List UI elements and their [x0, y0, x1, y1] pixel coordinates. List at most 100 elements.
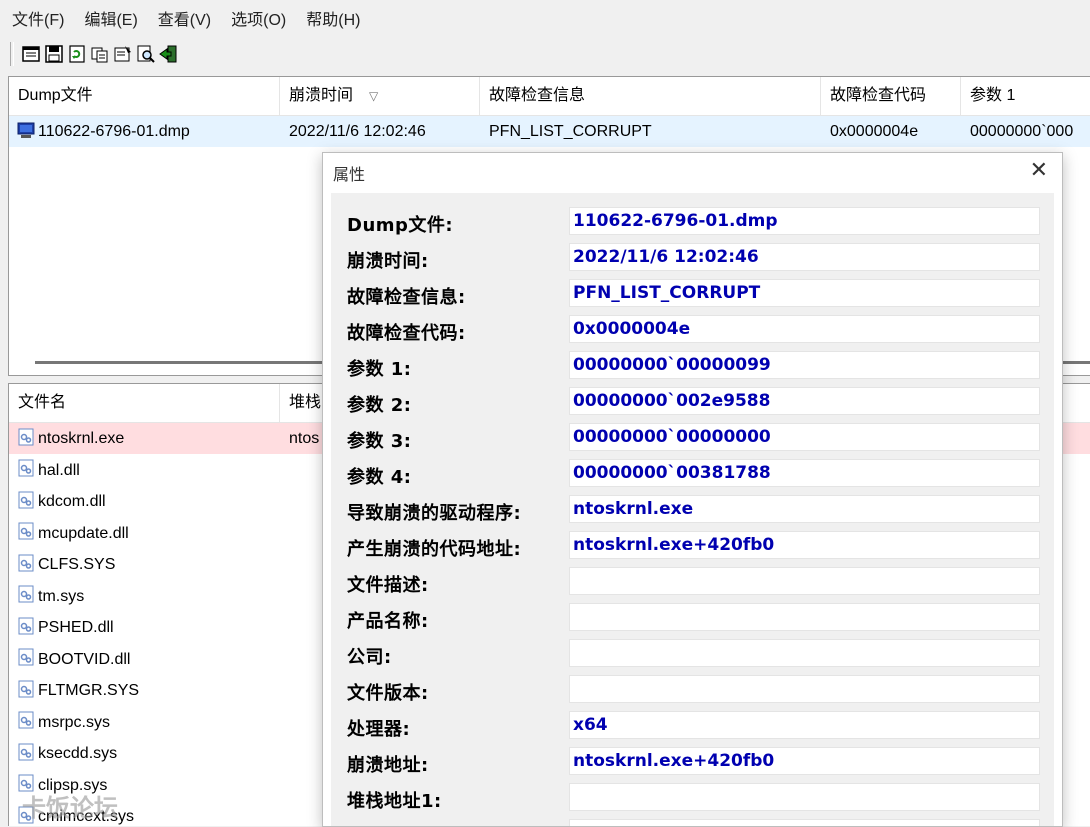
col-label: Dump文件	[18, 87, 93, 104]
menu-options[interactable]: 选项(O)	[223, 6, 294, 30]
properties-button[interactable]	[112, 43, 134, 65]
cell-text: 110622-6796-01.dmp	[38, 123, 190, 140]
dump-file-icon	[17, 122, 35, 138]
filename-text: ntoskrnl.exe	[38, 430, 125, 447]
property-value-field[interactable]: ntoskrnl.exe+420fb0	[569, 531, 1040, 559]
col-crash-time[interactable]: 崩溃时间 ▽	[280, 77, 480, 115]
property-row: 堆栈地址1:	[331, 781, 1054, 817]
sort-arrow-icon: ▽	[369, 89, 379, 103]
filename-cell: tm.sys	[9, 581, 280, 612]
driver-file-icon	[18, 680, 34, 698]
driver-file-icon	[18, 491, 34, 509]
property-value-field[interactable]	[569, 639, 1040, 667]
refresh-button[interactable]	[66, 43, 88, 65]
driver-file-icon	[18, 648, 34, 666]
filename-cell: ntoskrnl.exe	[9, 423, 280, 454]
copy-button[interactable]	[89, 43, 111, 65]
filename-text: tm.sys	[38, 587, 85, 605]
driver-file-icon	[18, 522, 34, 540]
crash-time-cell: 2022/11/6 12:02:46	[289, 123, 426, 140]
property-label: 堆栈地址1:	[347, 791, 442, 812]
menu-edit[interactable]: 编辑(E)	[76, 6, 145, 30]
filename-text: CLFS.SYS	[38, 556, 116, 573]
driver-file-icon	[18, 459, 34, 477]
property-row: 处理器: x64	[331, 709, 1054, 745]
watermark: 卡饭论坛	[22, 794, 118, 822]
property-row: 故障检查代码: 0x0000004e	[331, 313, 1054, 349]
property-value-field[interactable]: ntoskrnl.exe+420fb0	[569, 747, 1040, 775]
filename-text: kdcom.dll	[38, 493, 106, 510]
property-row: 参数 2: 00000000`002e9588	[331, 385, 1054, 421]
property-label: 故障检查代码:	[347, 323, 466, 344]
driver-file-icon	[18, 428, 34, 446]
col-label: 堆栈	[289, 394, 322, 411]
filename-text: ksecdd.sys	[38, 745, 118, 762]
html-report-icon	[22, 46, 40, 62]
menu-file[interactable]: 文件(F)	[4, 6, 72, 30]
property-value-field[interactable]: 00000000`00000000	[569, 423, 1040, 451]
property-row: 参数 1: 00000000`00000099	[331, 349, 1054, 385]
property-value-field[interactable]	[569, 783, 1040, 811]
exit-button[interactable]	[158, 43, 180, 65]
filename-text: msrpc.sys	[38, 713, 110, 731]
property-value-field[interactable]: 2022/11/6 12:02:46	[569, 243, 1040, 271]
filename-cell: ksecdd.sys	[9, 738, 280, 769]
toolbar	[0, 36, 1090, 72]
dump-list-header: Dump文件 崩溃时间 ▽ 故障检查信息 故障检查代码 参数 1	[9, 77, 1090, 116]
property-row: 公司:	[331, 637, 1054, 673]
filename-cell: kdcom.dll	[9, 486, 280, 517]
property-value-field[interactable]: 00000000`002e9588	[569, 387, 1040, 415]
menu-help[interactable]: 帮助(H)	[298, 6, 368, 30]
property-row: 故障检查信息: PFN_LIST_CORRUPT	[331, 277, 1054, 313]
property-value-field[interactable]	[569, 675, 1040, 703]
property-label: 导致崩溃的驱动程序:	[347, 503, 522, 524]
property-row: 文件版本:	[331, 673, 1054, 709]
properties-body: Dump文件: 110622-6796-01.dmp 崩溃时间: 2022/11/6 …	[331, 193, 1054, 826]
refresh-icon	[69, 45, 85, 63]
property-label: 参数 1:	[347, 359, 412, 380]
filename-text: mcupdate.dll	[38, 524, 129, 542]
dialog-title: 属性	[333, 167, 366, 184]
filename-cell: CLFS.SYS	[9, 549, 280, 580]
html-report-button[interactable]	[20, 43, 42, 65]
filename-text: BOOTVID.dll	[38, 650, 131, 668]
property-label: 参数 2:	[347, 395, 412, 416]
property-label: 故障检查信息:	[347, 287, 466, 308]
close-icon[interactable]: ✕	[1030, 158, 1048, 183]
find-button[interactable]	[135, 43, 157, 65]
property-value-field[interactable]: PFN_LIST_CORRUPT	[569, 279, 1040, 307]
col-label: 故障检查信息	[489, 87, 586, 104]
driver-file-icon	[18, 554, 34, 572]
property-value-field[interactable]: 0x0000004e	[569, 315, 1040, 343]
col-label: 参数 1	[970, 87, 1016, 104]
driver-file-icon	[18, 711, 34, 729]
property-label: Dump文件:	[347, 215, 454, 236]
property-label: 崩溃时间:	[347, 251, 429, 272]
property-value-field[interactable]: ntoskrnl.exe	[569, 495, 1040, 523]
col-bugcheck-string[interactable]: 故障检查信息	[480, 77, 821, 115]
filename-cell: mcupdate.dll	[9, 518, 280, 549]
col-filename[interactable]: 文件名	[9, 384, 280, 422]
property-value-field[interactable]: 00000000`00000099	[569, 351, 1040, 379]
property-value-field[interactable]: x64	[569, 711, 1040, 739]
exit-icon	[159, 45, 177, 63]
menu-bar: 文件(F) 编辑(E) 查看(V) 选项(O) 帮助(H)	[0, 0, 1090, 36]
table-row[interactable]: 110622-6796-01.dmp 2022/11/6 12:02:46 PF…	[9, 116, 1090, 147]
menu-view[interactable]: 查看(V)	[150, 6, 219, 30]
property-value-field[interactable]	[569, 567, 1040, 595]
driver-file-icon	[18, 585, 34, 603]
property-value-field[interactable]	[569, 603, 1040, 631]
filename-text: FLTMGR.SYS	[38, 682, 140, 699]
property-value-field[interactable]: 110622-6796-01.dmp	[569, 207, 1040, 235]
filename-cell: BOOTVID.dll	[9, 644, 280, 675]
col-bugcheck-code[interactable]: 故障检查代码	[821, 77, 961, 115]
col-dump-file[interactable]: Dump文件	[9, 77, 280, 115]
property-value-field[interactable]: 00000000`00381788	[569, 459, 1040, 487]
save-button[interactable]	[43, 43, 65, 65]
property-row: 产品名称:	[331, 601, 1054, 637]
property-label: 文件描述:	[347, 575, 429, 596]
col-param1[interactable]: 参数 1	[961, 77, 1090, 115]
save-icon	[45, 45, 63, 63]
bugcheck-string-cell: PFN_LIST_CORRUPT	[489, 123, 652, 140]
property-label: 公司:	[347, 647, 392, 668]
